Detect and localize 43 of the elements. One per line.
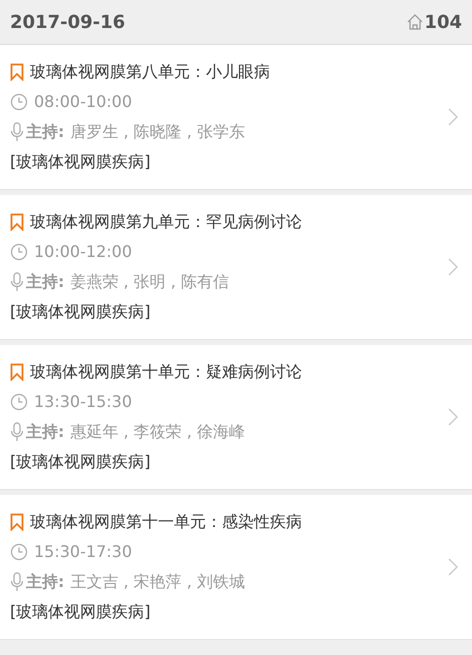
session-card[interactable]: 玻璃体视网膜第十一单元：感染性疾病 15:30-17:30 主持: 王文吉 , 宋艳萍 , 刘铁城 [玻璃体视网膜疾病] (0, 495, 472, 640)
session-time: 13:30-15:30 (34, 391, 132, 413)
host-label: 主持: (26, 571, 64, 593)
clock-icon (10, 243, 28, 261)
bookmark-icon (10, 513, 24, 531)
bookmark-icon (10, 213, 24, 231)
chevron-right-icon (448, 258, 458, 276)
session-category: [玻璃体视网膜疾病] (10, 601, 152, 623)
session-category: [玻璃体视网膜疾病] (10, 151, 152, 173)
microphone-icon (10, 422, 24, 442)
microphone-icon (10, 122, 24, 142)
chevron-right-icon (448, 558, 458, 576)
clock-icon (10, 543, 28, 561)
host-label: 主持: (26, 271, 64, 293)
session-title: 玻璃体视网膜第十单元：疑难病例讨论 (30, 361, 302, 383)
session-card[interactable]: 玻璃体视网膜第九单元：罕见病例讨论 10:00-12:00 主持: 姜燕荣 , 张明 , 陈有信 [玻璃体视网膜疾病] (0, 195, 472, 340)
session-category: [玻璃体视网膜疾病] (10, 301, 152, 323)
session-title: 玻璃体视网膜第十一单元：感染性疾病 (30, 511, 302, 533)
host-names: 王文吉 , 宋艳萍 , 刘铁城 (70, 571, 245, 593)
session-time: 15:30-17:30 (34, 541, 132, 563)
room-number: 104 (424, 10, 462, 34)
microphone-icon (10, 572, 24, 592)
host-names: 姜燕荣 , 张明 , 陈有信 (70, 271, 229, 293)
host-names: 唐罗生 , 陈晓隆 , 张学东 (70, 121, 245, 143)
clock-icon (10, 393, 28, 411)
microphone-icon (10, 272, 24, 292)
host-names: 惠延年 , 李筱荣 , 徐海峰 (70, 421, 245, 443)
date-heading: 2017-09-16 (10, 10, 126, 34)
session-title: 玻璃体视网膜第九单元：罕见病例讨论 (30, 211, 302, 233)
session-time: 10:00-12:00 (34, 241, 132, 263)
bookmark-icon (10, 63, 24, 81)
session-time: 08:00-10:00 (34, 91, 132, 113)
session-card[interactable]: 玻璃体视网膜第十单元：疑难病例讨论 13:30-15:30 主持: 惠延年 , 李筱荣 , 徐海峰 [玻璃体视网膜疾病] (0, 345, 472, 490)
home-icon (406, 13, 424, 31)
clock-icon (10, 93, 28, 111)
chevron-right-icon (448, 108, 458, 126)
session-category: [玻璃体视网膜疾病] (10, 451, 152, 473)
host-label: 主持: (26, 121, 64, 143)
host-label: 主持: (26, 421, 64, 443)
session-title: 玻璃体视网膜第八单元：小儿眼病 (30, 61, 270, 83)
bookmark-icon (10, 363, 24, 381)
session-card[interactable]: 玻璃体视网膜第八单元：小儿眼病 08:00-10:00 主持: 唐罗生 , 陈晓隆 , 张学东 [玻璃体视网膜疾病] (0, 45, 472, 190)
chevron-right-icon (448, 408, 458, 426)
